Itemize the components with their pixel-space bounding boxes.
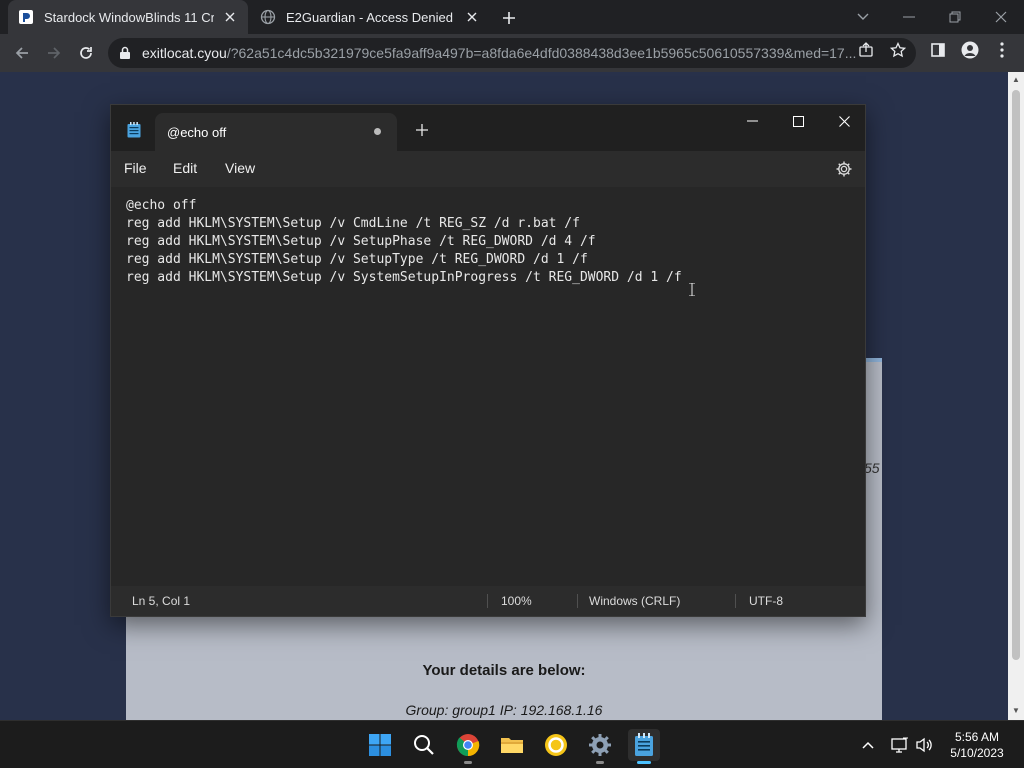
notepad-menubar: File Edit View bbox=[111, 151, 865, 187]
clock-time: 5:56 AM bbox=[954, 730, 1000, 744]
status-encoding: UTF-8 bbox=[749, 594, 783, 608]
close-tab-icon[interactable] bbox=[222, 9, 238, 25]
gear-icon[interactable] bbox=[835, 160, 853, 178]
browser-tab-e2guardian[interactable]: E2Guardian - Access Denied bbox=[250, 0, 490, 34]
tab-search-icon[interactable] bbox=[840, 0, 886, 34]
address-bar[interactable]: exitlocat.cyou /?62a51c4dc5b321979ce5fa9… bbox=[108, 38, 916, 68]
unsaved-dot-icon[interactable] bbox=[374, 128, 381, 135]
restore-icon[interactable] bbox=[932, 0, 978, 34]
new-tab-button[interactable] bbox=[498, 7, 520, 29]
notepad-maximize-icon[interactable] bbox=[775, 105, 821, 137]
notepad-minimize-icon[interactable] bbox=[729, 105, 775, 137]
status-position: Ln 5, Col 1 bbox=[132, 594, 191, 608]
scroll-up-icon[interactable]: ▲ bbox=[1011, 75, 1021, 85]
scroll-down-icon[interactable]: ▼ bbox=[1011, 706, 1021, 716]
scrollbar-thumb[interactable] bbox=[1012, 90, 1020, 660]
running-indicator bbox=[464, 761, 472, 764]
show-hidden-icons-icon[interactable] bbox=[858, 735, 878, 755]
notepad-titlebar[interactable]: @echo off bbox=[111, 105, 865, 151]
text-cursor-icon bbox=[689, 283, 695, 296]
pdf-site-icon bbox=[18, 9, 34, 25]
browser-tab-stardock[interactable]: Stardock WindowBlinds 11 Crack bbox=[8, 0, 248, 34]
reload-icon[interactable] bbox=[72, 39, 100, 67]
page-scrollbar[interactable]: ▲ ▼ bbox=[1008, 72, 1024, 720]
chrome-icon[interactable] bbox=[452, 729, 484, 764]
notepad-app-icon bbox=[127, 122, 141, 138]
tab-title: E2Guardian - Access Denied bbox=[286, 9, 453, 25]
editor-line: reg add HKLM\SYSTEM\Setup /v SetupType /… bbox=[126, 252, 588, 267]
start-icon[interactable] bbox=[364, 729, 396, 761]
menu-view[interactable]: View bbox=[225, 160, 255, 176]
editor-line: reg add HKLM\SYSTEM\Setup /v CmdLine /t … bbox=[126, 216, 580, 231]
status-divider bbox=[487, 594, 488, 608]
globe-icon bbox=[260, 9, 276, 25]
forward-icon[interactable] bbox=[40, 39, 68, 67]
back-icon[interactable] bbox=[8, 39, 36, 67]
notepad-close-icon[interactable] bbox=[821, 105, 867, 137]
share-icon[interactable] bbox=[856, 40, 876, 60]
notepad-tab[interactable]: @echo off bbox=[155, 113, 397, 151]
notepad-text-editor[interactable]: @echo off reg add HKLM\SYSTEM\Setup /v C… bbox=[111, 187, 865, 585]
running-indicator bbox=[637, 761, 651, 764]
file-explorer-icon[interactable] bbox=[496, 729, 528, 761]
browser-tabstrip: Stardock WindowBlinds 11 Crack E2Guardia… bbox=[0, 0, 1024, 34]
details-title: Your details are below: bbox=[422, 662, 586, 679]
status-divider bbox=[577, 594, 578, 608]
card-accent bbox=[866, 358, 882, 362]
menu-file[interactable]: File bbox=[124, 160, 147, 176]
status-divider bbox=[735, 594, 736, 608]
text-fragment: 55 bbox=[864, 460, 880, 476]
taskbar: 5:56 AM 5/10/2023 bbox=[0, 720, 1024, 768]
status-zoom: 100% bbox=[501, 594, 532, 608]
norton-icon[interactable] bbox=[540, 729, 572, 761]
editor-line: @echo off bbox=[126, 198, 197, 213]
kebab-menu-icon[interactable] bbox=[992, 40, 1012, 60]
clock-date: 5/10/2023 bbox=[950, 746, 1004, 760]
notepad-tab-title: @echo off bbox=[167, 124, 227, 140]
tab-title: Stardock WindowBlinds 11 Crack bbox=[44, 9, 214, 25]
notepad-icon[interactable] bbox=[628, 729, 660, 764]
minimize-icon[interactable] bbox=[886, 0, 932, 34]
settings-icon[interactable] bbox=[584, 729, 616, 764]
editor-line: reg add HKLM\SYSTEM\Setup /v SetupPhase … bbox=[126, 234, 596, 249]
notepad-new-tab-button[interactable] bbox=[413, 121, 431, 139]
search-icon[interactable] bbox=[408, 729, 440, 761]
profile-avatar-icon[interactable] bbox=[960, 40, 980, 60]
bookmark-star-icon[interactable] bbox=[888, 40, 908, 60]
url-path: /?62a51c4dc5b321979ce5fa9aff9a497b=a8fda… bbox=[226, 45, 857, 61]
system-clock[interactable]: 5:56 AM 5/10/2023 bbox=[942, 729, 1012, 761]
details-line: Group: group1 IP: 192.168.1.16 bbox=[405, 702, 603, 718]
close-icon[interactable] bbox=[978, 0, 1024, 34]
notepad-statusbar: Ln 5, Col 1 100% Windows (CRLF) UTF-8 bbox=[111, 586, 865, 616]
lock-icon[interactable] bbox=[118, 46, 132, 60]
url-host: exitlocat.cyou bbox=[142, 45, 227, 61]
network-icon[interactable] bbox=[890, 735, 910, 755]
browser-toolbar: exitlocat.cyou /?62a51c4dc5b321979ce5fa9… bbox=[0, 34, 1024, 72]
status-line-ending: Windows (CRLF) bbox=[589, 594, 681, 608]
running-indicator bbox=[596, 761, 604, 764]
editor-line: reg add HKLM\SYSTEM\Setup /v SystemSetup… bbox=[126, 270, 682, 285]
close-tab-icon[interactable] bbox=[464, 9, 480, 25]
volume-icon[interactable] bbox=[914, 735, 934, 755]
side-panel-icon[interactable] bbox=[928, 40, 948, 60]
notepad-window: @echo off File Edit View @echo off reg a… bbox=[110, 104, 866, 617]
menu-edit[interactable]: Edit bbox=[173, 160, 197, 176]
